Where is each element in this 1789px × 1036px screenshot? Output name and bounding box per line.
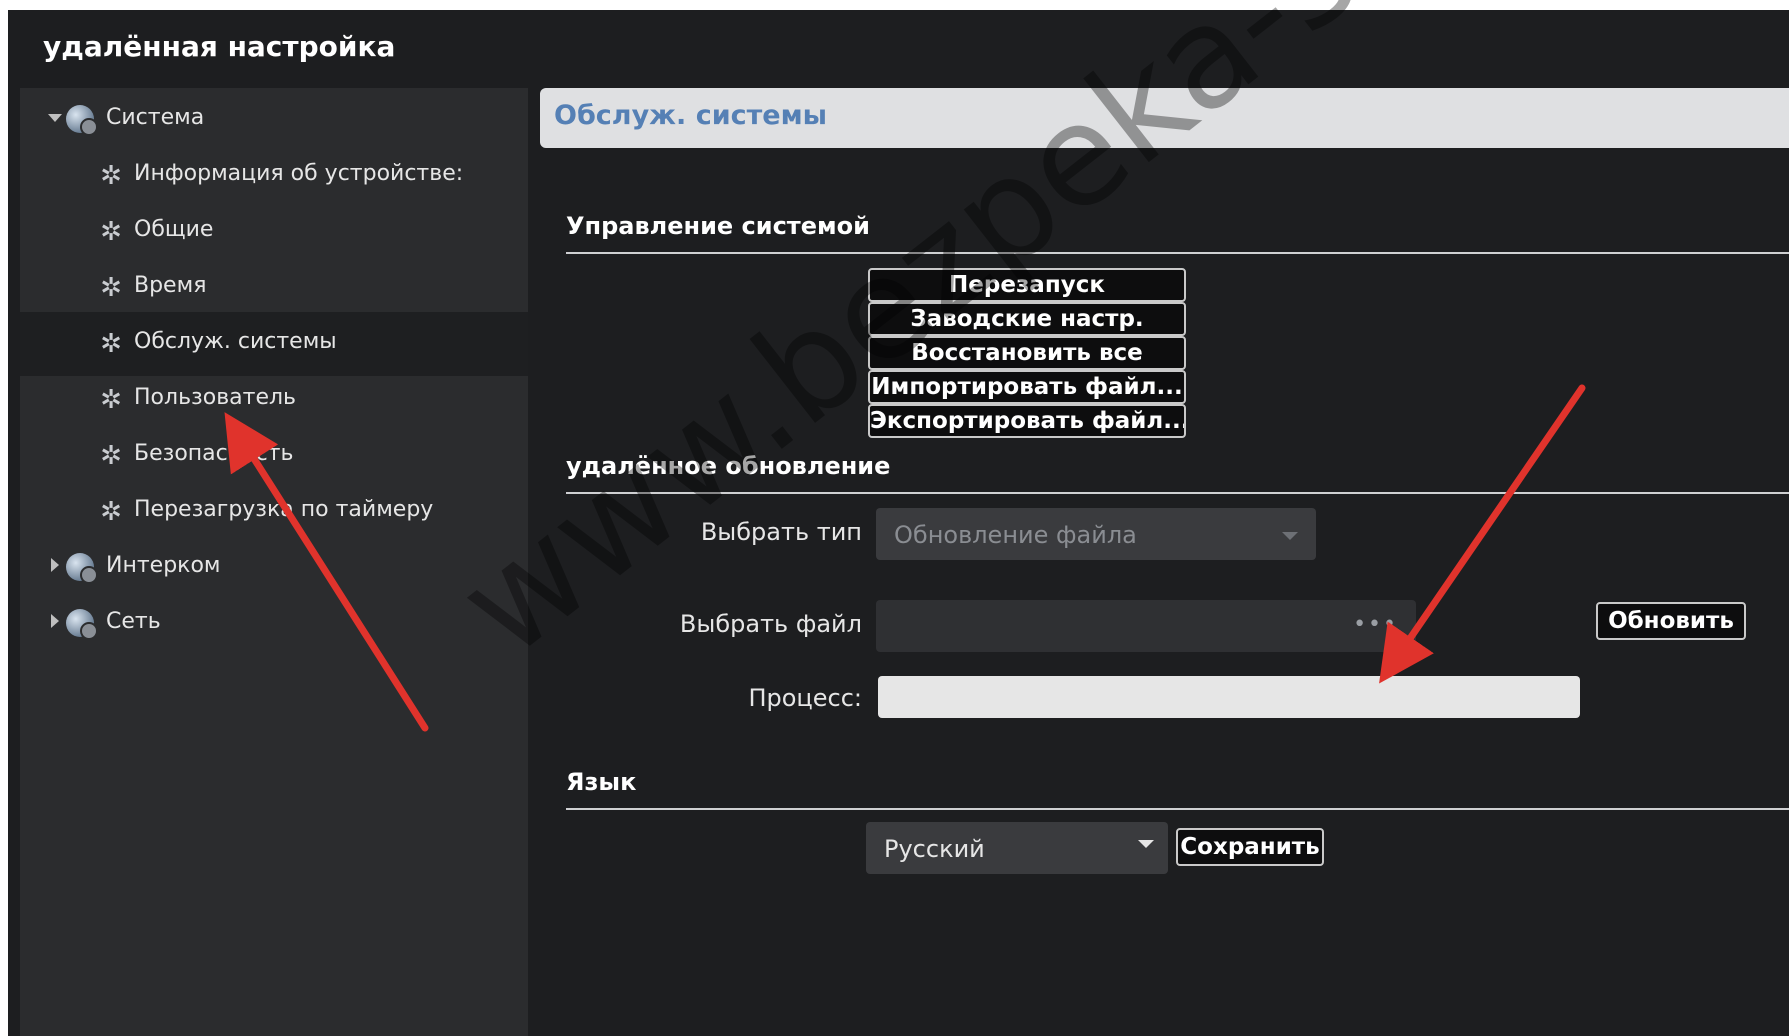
globe-gear-icon xyxy=(66,609,98,640)
language-value: Русский xyxy=(884,835,985,863)
sidebar-tree: Система ✲ Информация об устройстве: ✲ Об… xyxy=(20,88,528,1036)
update-progress-bar xyxy=(878,676,1580,718)
process-label: Процесс: xyxy=(748,684,862,712)
sidebar-item-general[interactable]: ✲ Общие xyxy=(20,200,528,264)
file-path-input[interactable]: ••• xyxy=(876,600,1416,652)
chevron-down-icon xyxy=(1282,532,1298,540)
sidebar-item-label: Пользователь xyxy=(134,385,297,410)
sidebar-item-label: Общие xyxy=(134,217,214,242)
section-title-remote-update: удалённое обновление xyxy=(566,452,891,480)
expand-arrow-icon[interactable] xyxy=(51,558,59,572)
update-button[interactable]: Обновить xyxy=(1596,602,1746,640)
sidebar-item-label: Обслуж. системы xyxy=(134,329,337,354)
sidebar-item-maintenance[interactable]: ✲ Обслуж. системы xyxy=(20,312,528,376)
sidebar-item-security[interactable]: ✲ Безопасность xyxy=(20,424,528,488)
sidebar-item-label: Информация об устройстве: xyxy=(134,161,464,186)
language-select[interactable]: Русский xyxy=(866,822,1168,874)
gear-icon: ✲ xyxy=(100,329,122,359)
globe-gear-icon xyxy=(66,105,98,136)
sidebar-item-device-info[interactable]: ✲ Информация об устройстве: xyxy=(20,144,528,208)
chevron-down-icon xyxy=(1138,840,1154,848)
select-type-label: Выбрать тип xyxy=(700,518,862,546)
app-title: удалённая настройка xyxy=(43,30,396,63)
gear-icon: ✲ xyxy=(100,273,122,303)
import-file-button[interactable]: Импортировать файл... xyxy=(868,370,1186,404)
gear-icon: ✲ xyxy=(100,497,122,527)
update-type-select[interactable]: Обновление файла xyxy=(876,508,1316,560)
divider xyxy=(566,492,1789,494)
sidebar-item-system[interactable]: Система xyxy=(20,88,528,152)
sidebar-item-label: Перезагрузка по таймеру xyxy=(134,497,434,522)
globe-gear-icon xyxy=(66,553,98,584)
sidebar-item-label: Интерком xyxy=(106,553,221,578)
expand-arrow-icon[interactable] xyxy=(51,614,59,628)
restart-button[interactable]: Перезапуск xyxy=(868,268,1186,302)
section-title-system-management: Управление системой xyxy=(566,212,870,240)
sidebar-item-label: Безопасность xyxy=(134,441,294,466)
page-header: Обслуж. системы xyxy=(540,88,1789,148)
export-file-button[interactable]: Экспортировать файл... xyxy=(868,404,1186,438)
main-panel: Обслуж. системы Управление системой Пере… xyxy=(528,88,1789,1036)
restore-all-button[interactable]: Восстановить все xyxy=(868,336,1186,370)
select-file-label: Выбрать файл xyxy=(679,610,862,638)
save-language-button[interactable]: Сохранить xyxy=(1176,828,1324,866)
gear-icon: ✲ xyxy=(100,161,122,191)
sidebar-item-intercom[interactable]: Интерком xyxy=(20,536,528,600)
expand-arrow-icon[interactable] xyxy=(48,114,62,122)
gear-icon: ✲ xyxy=(100,217,122,247)
sidebar-item-label: Сеть xyxy=(106,609,161,634)
factory-reset-button[interactable]: Заводские настр. xyxy=(868,302,1186,336)
gear-icon: ✲ xyxy=(100,441,122,471)
update-type-value: Обновление файла xyxy=(894,521,1137,549)
divider xyxy=(566,252,1789,254)
sidebar-item-scheduled-reboot[interactable]: ✲ Перезагрузка по таймеру xyxy=(20,480,528,544)
sidebar-item-label: Время xyxy=(134,273,207,298)
page-title: Обслуж. системы xyxy=(554,100,828,131)
browse-file-button[interactable]: ••• xyxy=(1353,612,1398,637)
gear-icon: ✲ xyxy=(100,385,122,415)
sidebar-item-network[interactable]: Сеть xyxy=(20,592,528,656)
title-bar: удалённая настройка xyxy=(8,10,1789,88)
sidebar-item-user[interactable]: ✲ Пользователь xyxy=(20,368,528,432)
sidebar-item-label: Система xyxy=(106,105,205,130)
divider xyxy=(566,808,1789,810)
section-title-language: Язык xyxy=(566,768,637,796)
remote-config-window: удалённая настройка Система ✲ Информация… xyxy=(8,10,1789,1036)
sidebar-item-time[interactable]: ✲ Время xyxy=(20,256,528,320)
